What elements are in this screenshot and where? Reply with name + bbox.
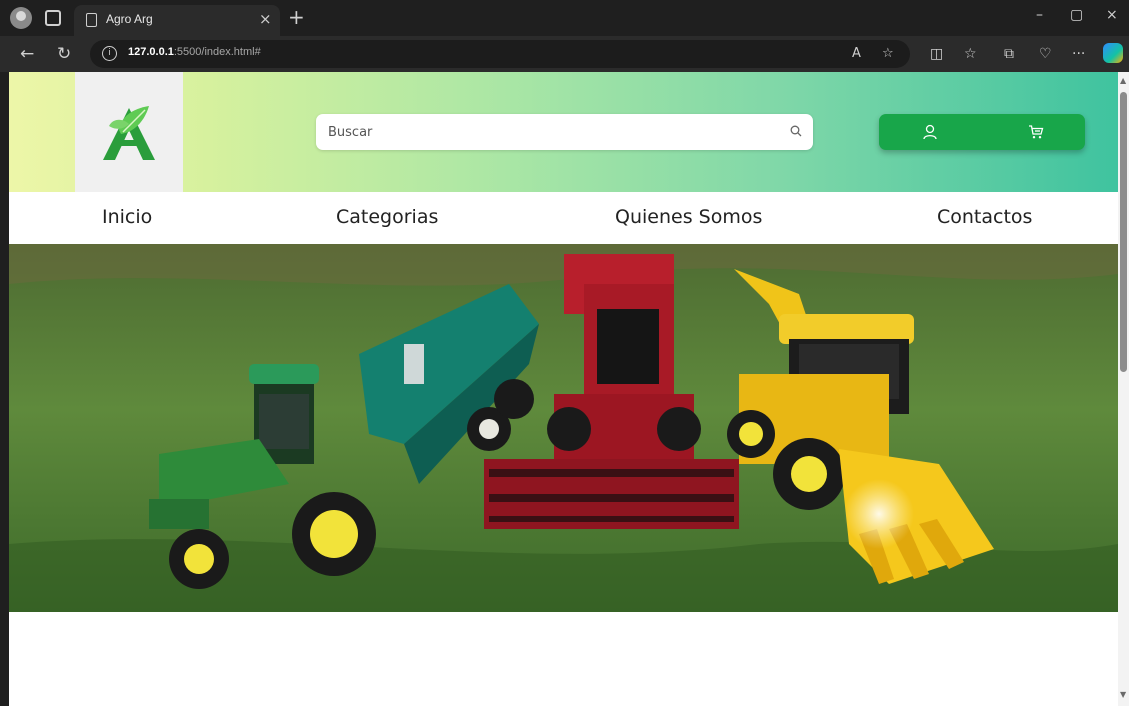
nav-link-quienes-somos[interactable]: Quienes Somos (615, 206, 762, 228)
cart-button[interactable] (982, 114, 1085, 150)
close-window-button[interactable]: × (1106, 7, 1118, 23)
favorite-star-icon[interactable]: ☆ (882, 46, 894, 61)
farm-machinery-image (9, 244, 1118, 612)
scroll-thumb[interactable] (1120, 92, 1127, 372)
profile-avatar[interactable] (10, 7, 32, 29)
refresh-icon[interactable]: ↻ (57, 44, 71, 64)
nav-link-contactos[interactable]: Contactos (937, 206, 1032, 228)
read-aloud-icon[interactable]: A (852, 46, 861, 61)
scroll-down-icon[interactable]: ▼ (1120, 690, 1126, 699)
tab-close-icon[interactable]: × (259, 10, 272, 28)
favorites-icon[interactable]: ☆ (964, 46, 977, 62)
browser-toolbar: ← ↻ i 127.0.0.1:5500/index.html# A ☆ ◫ ☆… (0, 36, 1129, 72)
account-button[interactable] (879, 114, 982, 150)
page-viewport: Inicio Categorias Quienes Somos Contacto… (9, 72, 1118, 706)
search-input[interactable] (316, 114, 776, 150)
leaf-a-logo (103, 106, 155, 160)
back-arrow-icon[interactable]: ← (20, 44, 34, 64)
scroll-up-icon[interactable]: ▲ (1120, 76, 1126, 85)
minimize-button[interactable]: – (1036, 7, 1043, 23)
split-screen-icon[interactable]: ◫ (930, 46, 943, 62)
tab-title: Agro Arg (106, 12, 153, 26)
main-nav: Inicio Categorias Quienes Somos Contacto… (9, 192, 1118, 244)
header-actions (879, 114, 1085, 150)
cart-icon (1029, 125, 1044, 139)
nav-link-categorias[interactable]: Categorias (336, 206, 438, 228)
search-bar (316, 114, 813, 150)
new-tab-button[interactable]: + (288, 5, 305, 29)
hero-banner (9, 244, 1118, 612)
copilot-icon[interactable] (1103, 43, 1123, 63)
nav-link-inicio[interactable]: Inicio (102, 206, 152, 228)
browser-essentials-icon[interactable]: ♡ (1039, 46, 1052, 62)
page-icon (86, 13, 97, 27)
more-options-icon[interactable]: ··· (1072, 46, 1085, 62)
browser-titlebar: Agro Arg × + – ▢ × (0, 0, 1129, 36)
url-text[interactable]: 127.0.0.1:5500/index.html# (128, 46, 261, 58)
collections-icon[interactable]: ⧉ (1004, 46, 1014, 62)
browser-tab[interactable]: Agro Arg × (74, 5, 280, 36)
address-bar[interactable]: i 127.0.0.1:5500/index.html# A ☆ (90, 40, 910, 68)
logo-container[interactable] (75, 72, 183, 192)
site-header (9, 72, 1118, 192)
search-icon[interactable] (790, 125, 802, 137)
tab-actions-icon[interactable] (45, 10, 61, 26)
page-scrollbar[interactable]: ▲ ▼ (1118, 72, 1129, 706)
info-icon[interactable]: i (102, 46, 117, 61)
restore-button[interactable]: ▢ (1070, 7, 1083, 23)
user-icon (923, 124, 937, 140)
